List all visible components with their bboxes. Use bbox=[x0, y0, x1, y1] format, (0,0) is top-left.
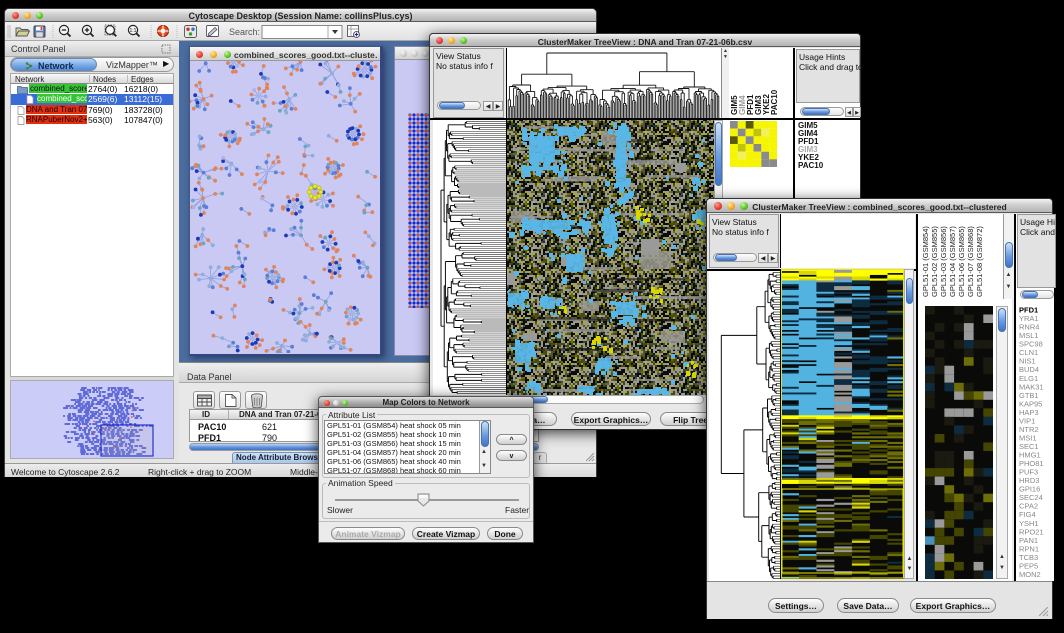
svg-text:GPL51-06 (GSM865): GPL51-06 (GSM865) bbox=[957, 226, 966, 297]
svg-text:GPL51-02 (GSM855): GPL51-02 (GSM855) bbox=[930, 226, 939, 297]
svg-text:1:1: 1:1 bbox=[130, 28, 137, 34]
svg-text:GPL51-08 (GSM872): GPL51-08 (GSM872) bbox=[975, 226, 984, 297]
svg-text:GPL51-04 (GSM857): GPL51-04 (GSM857) bbox=[948, 226, 957, 297]
svg-text:GPL51-03 (GSM856): GPL51-03 (GSM856) bbox=[939, 226, 948, 297]
svg-text:MON2: MON2 bbox=[1019, 570, 1041, 579]
svg-text:PAC10: PAC10 bbox=[770, 89, 779, 115]
svg-text:GPL51-01 (GSM854): GPL51-01 (GSM854) bbox=[921, 226, 930, 297]
svg-text:Search:: Search: bbox=[229, 27, 260, 37]
svg-text:GPL51-07 (GSM868): GPL51-07 (GSM868) bbox=[966, 226, 975, 297]
